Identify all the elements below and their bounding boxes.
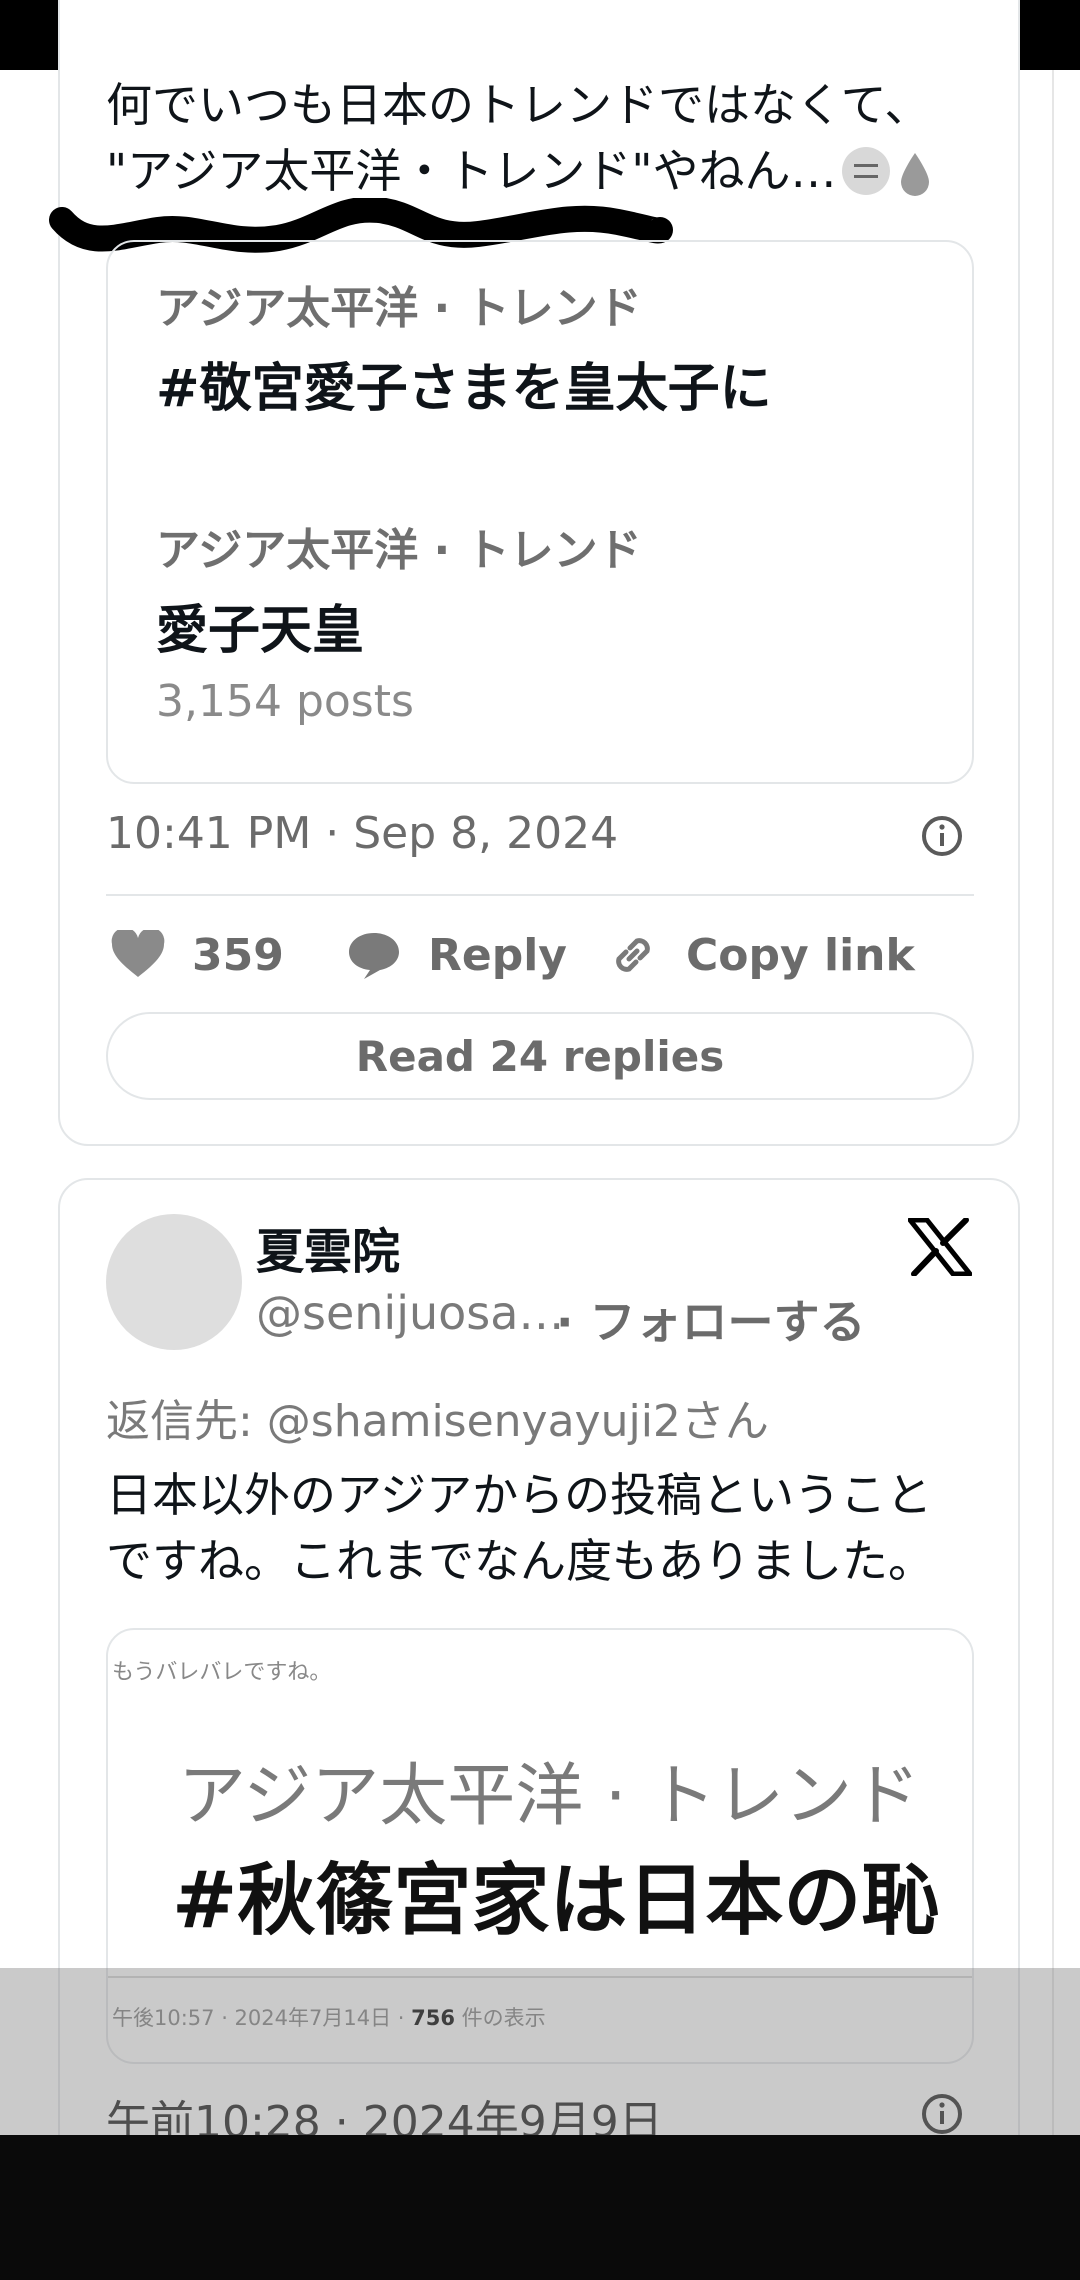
tweet-timestamp[interactable]: 10:41 PM · Sep 8, 2024: [106, 808, 618, 859]
tweet-body-line2: ですね。これまでなん度もありました。: [106, 1534, 934, 1588]
heart-icon: [111, 930, 165, 977]
avatar[interactable]: [106, 1214, 242, 1350]
like-button[interactable]: 359: [110, 920, 284, 990]
image-trend-region: アジア太平洋 · トレンド: [178, 1757, 921, 1836]
x-logo-icon[interactable]: [908, 1218, 972, 1276]
reply-to-label: 返信先: @shamisenyayuji2さん: [106, 1396, 769, 1447]
read-replies-button[interactable]: Read 24 replies: [106, 1012, 974, 1100]
tweet-body-line1: 日本以外のアジアからの投稿ということ: [106, 1468, 933, 1522]
link-icon: [616, 938, 650, 972]
tweet-text-line2: "アジア太平洋・トレンド"やねん…: [106, 136, 932, 206]
navigation-bar: [0, 2135, 1080, 2280]
quoted-trends-card[interactable]: アジア太平洋 · トレンド #敬宮愛子さまを皇太子に アジア太平洋 · トレンド…: [106, 240, 974, 784]
like-count: 359: [192, 929, 284, 981]
trend-posts-count: 3,154 posts: [156, 676, 414, 727]
tweet-text-line2-label: "アジア太平洋・トレンド"やねん…: [106, 144, 837, 198]
follow-button[interactable]: · フォローする: [556, 1286, 866, 1352]
reply-button[interactable]: Reply: [346, 920, 567, 990]
user-handle[interactable]: @senijuosa…: [256, 1286, 564, 1340]
comment-icon: [349, 933, 399, 979]
info-icon[interactable]: [920, 814, 964, 858]
copy-link-label: Copy link: [686, 929, 915, 981]
trend-region: アジア太平洋 · トレンド: [156, 283, 642, 334]
scroll-edge: [1052, 70, 1054, 2135]
droplet-icon: [901, 153, 930, 196]
image-trend-hashtag: #秋篠宮家は日本の恥: [172, 1856, 940, 1946]
trend-name: #敬宮愛子さまを皇太子に: [156, 359, 772, 419]
overlay-shade: [0, 1968, 1080, 2135]
display-name[interactable]: 夏雲院: [256, 1212, 400, 1282]
trend-region: アジア太平洋 · トレンド: [156, 525, 642, 576]
trend-name: 愛子天皇: [156, 601, 365, 661]
divider: [106, 894, 974, 896]
expressionless-face-icon: [842, 147, 891, 195]
tweet-text-line1: 何でいつも日本のトレンドではなくて、: [106, 78, 931, 132]
reply-label: Reply: [428, 929, 567, 981]
image-caption: もうバレバレですね。: [112, 1660, 332, 1685]
copy-link-button[interactable]: Copy link: [606, 920, 915, 990]
